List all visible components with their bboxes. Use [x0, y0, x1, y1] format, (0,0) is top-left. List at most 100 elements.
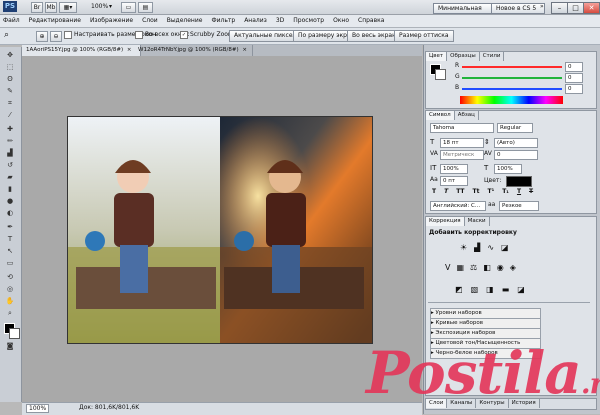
selective-color-icon[interactable]: ◪ — [517, 285, 525, 294]
scrubby-zoom-checkbox[interactable]: ✓ — [180, 30, 188, 39]
dodge-tool-icon[interactable]: ◐ — [3, 208, 17, 218]
brightness-contrast-icon[interactable]: ☀ — [460, 243, 467, 252]
photo-filter-icon[interactable]: ◉ — [497, 263, 504, 272]
channel-g-slider[interactable] — [462, 77, 562, 79]
workspace-new-cs5-button[interactable]: Новое в CS 5 — [491, 3, 545, 14]
tracking-field[interactable]: 0 — [494, 150, 538, 160]
close-tab-icon[interactable]: × — [127, 47, 132, 53]
fill-screen-button[interactable]: Во весь экран — [347, 30, 401, 42]
brush-tool-icon[interactable]: ✏ — [3, 136, 17, 146]
zoom-all-windows-checkbox[interactable] — [135, 30, 143, 39]
menu-image[interactable]: Изображение — [90, 16, 133, 26]
hue-saturation-icon[interactable]: ▦ — [456, 263, 464, 272]
mini-bridge-icon[interactable]: Mb — [45, 2, 57, 13]
scrubby-zoom-option[interactable]: ✓ Scrubby Zoom — [180, 30, 234, 40]
font-style-select[interactable]: Regular — [497, 123, 533, 133]
tab-adjustments[interactable]: Коррекция — [426, 217, 465, 226]
minimize-icon[interactable]: – — [551, 2, 568, 14]
view-extras-icon[interactable]: ▦▾ — [59, 2, 77, 13]
type-tool-icon[interactable]: T — [3, 234, 17, 244]
menu-select[interactable]: Выделение — [167, 16, 203, 26]
gradient-tool-icon[interactable]: ▮ — [3, 184, 17, 194]
menu-view[interactable]: Просмотр — [293, 16, 324, 26]
language-select[interactable]: Английский: С... — [430, 201, 486, 211]
workspace-menu-icon[interactable]: » — [540, 3, 544, 10]
invert-icon[interactable]: ◩ — [455, 285, 463, 294]
channel-b-slider[interactable] — [462, 88, 562, 90]
lasso-tool-icon[interactable]: ʘ — [3, 74, 17, 84]
quick-select-tool-icon[interactable]: ✎ — [3, 86, 17, 96]
healing-brush-tool-icon[interactable]: ✚ — [3, 124, 17, 134]
leading-field[interactable]: (Авто) — [494, 138, 538, 148]
bridge-icon[interactable]: Br — [31, 2, 43, 13]
menu-analysis[interactable]: Анализ — [244, 16, 267, 26]
faux-bold-button[interactable]: T — [432, 188, 436, 195]
channel-r-slider[interactable] — [462, 66, 562, 68]
quick-mask-icon[interactable]: ◙ — [3, 341, 17, 351]
zoom-tool-icon[interactable]: ⌕ — [4, 30, 9, 40]
maximize-icon[interactable]: □ — [567, 2, 584, 14]
gradient-map-icon[interactable]: ▬ — [502, 285, 510, 294]
vibrance-icon[interactable]: V — [445, 263, 450, 272]
tab-paragraph[interactable]: Абзац — [455, 111, 479, 120]
document-tab-2[interactable]: W12oR4TrNbY.jpg @ 100% (RGB/8#) × — [134, 45, 253, 56]
history-brush-tool-icon[interactable]: ↺ — [3, 160, 17, 170]
underline-button[interactable]: T — [517, 188, 521, 195]
menu-3d[interactable]: 3D — [276, 16, 284, 26]
zoom-in-icon[interactable]: ⊕ — [36, 31, 48, 42]
menu-edit[interactable]: Редактирование — [29, 16, 81, 26]
tab-masks[interactable]: Маски — [465, 217, 490, 226]
path-selection-tool-icon[interactable]: ↖ — [3, 246, 17, 256]
document-tab-1[interactable]: 1AAoriPS15Y.jpg @ 100% (RGB/8#) × — [22, 45, 141, 56]
close-icon[interactable]: ✕ — [583, 2, 600, 14]
arrange-documents-icon[interactable]: ▭ — [121, 2, 136, 13]
text-color-swatch[interactable] — [506, 176, 532, 187]
baseline-shift-field[interactable]: 0 пт — [440, 176, 468, 186]
exposure-icon[interactable]: ◪ — [501, 243, 509, 252]
marquee-tool-icon[interactable]: ⬚ — [3, 62, 17, 72]
all-caps-button[interactable]: TT — [456, 188, 464, 195]
font-size-field[interactable]: 18 пт — [440, 138, 484, 148]
kerning-field[interactable]: Метрическ — [440, 150, 484, 160]
faux-italic-button[interactable]: T — [444, 188, 448, 195]
color-spectrum-bar[interactable] — [460, 96, 563, 104]
color-panel-background-swatch[interactable] — [435, 69, 446, 80]
zoom-tool-panel-icon[interactable]: ⌕ — [3, 308, 17, 318]
menu-window[interactable]: Окно — [333, 16, 349, 26]
eyedropper-tool-icon[interactable]: ⁄ — [3, 110, 17, 120]
menu-file[interactable]: Файл — [3, 16, 20, 26]
font-family-select[interactable]: Tahoma — [430, 123, 494, 133]
resize-windows-checkbox[interactable] — [64, 30, 72, 39]
background-color-swatch[interactable] — [9, 328, 20, 339]
3d-orbit-tool-icon[interactable]: ◎ — [3, 284, 17, 294]
tab-color[interactable]: Цвет — [426, 52, 448, 61]
anti-aliasing-select[interactable]: Резкое — [499, 201, 539, 211]
tab-styles[interactable]: Стили — [480, 52, 505, 61]
superscript-button[interactable]: T¹ — [487, 188, 494, 195]
hand-tool-icon[interactable]: ✋ — [3, 296, 17, 306]
curves-icon[interactable]: ∿ — [487, 243, 494, 252]
color-balance-icon[interactable]: ⚖ — [470, 263, 477, 272]
move-tool-icon[interactable]: ✥ — [3, 50, 17, 60]
3d-rotate-tool-icon[interactable]: ⟲ — [3, 272, 17, 282]
close-tab-icon[interactable]: × — [242, 47, 247, 53]
channel-mixer-icon[interactable]: ◈ — [510, 263, 516, 272]
subscript-button[interactable]: T₁ — [502, 188, 509, 195]
menu-filter[interactable]: Фильтр — [211, 16, 235, 26]
zoom-level[interactable]: 100% — [91, 3, 108, 10]
horizontal-scale-field[interactable]: 100% — [494, 164, 522, 174]
channel-b-value[interactable]: 0 — [565, 84, 583, 94]
vertical-scale-field[interactable]: 100% — [440, 164, 468, 174]
screen-mode-icon[interactable]: ▤ — [138, 2, 153, 13]
levels-icon[interactable]: ▟ — [474, 243, 480, 252]
print-size-button[interactable]: Размер оттиска — [394, 30, 454, 42]
posterize-icon[interactable]: ▧ — [471, 285, 479, 294]
workspace-minimal-button[interactable]: Минимальная — [433, 3, 497, 14]
eraser-tool-icon[interactable]: ▰ — [3, 172, 17, 182]
zoom-dropdown-icon[interactable]: ▾ — [109, 3, 112, 10]
clone-stamp-tool-icon[interactable]: ▟ — [3, 148, 17, 158]
menu-help[interactable]: Справка — [358, 16, 384, 26]
strikethrough-button[interactable]: T — [529, 188, 533, 195]
crop-tool-icon[interactable]: ⌗ — [3, 98, 17, 108]
channel-g-value[interactable]: 0 — [565, 73, 583, 83]
